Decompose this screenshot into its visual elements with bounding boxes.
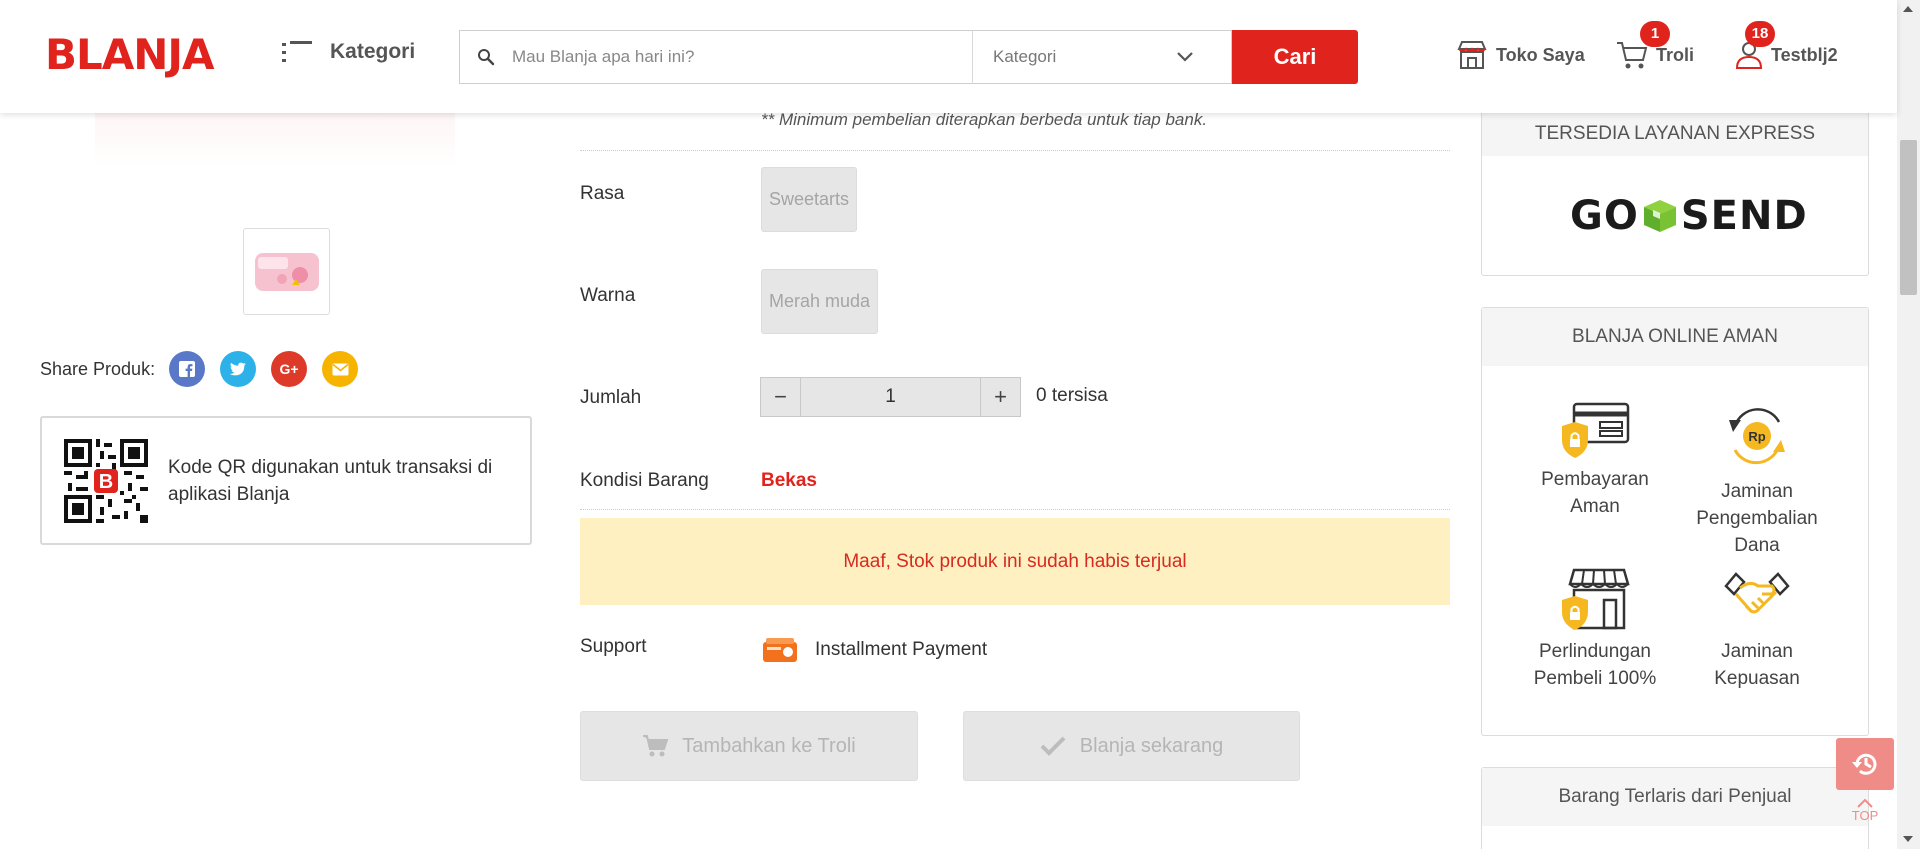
share-google-plus-button[interactable]: G+ [271, 351, 308, 387]
support-value: Installment Payment [815, 639, 988, 660]
quantity-decrease-button[interactable]: − [761, 378, 800, 416]
warna-option-chip[interactable]: Merah muda [761, 269, 879, 334]
category-select-value: Kategori [993, 47, 1057, 66]
feature-label: Jaminan Pengembalian Dana [1696, 481, 1818, 556]
express-service-card: TERSEDIA LAYANAN EXPRESS GO SEND [1481, 100, 1869, 276]
rasa-label: Rasa [580, 183, 625, 204]
search-input[interactable] [512, 32, 972, 82]
feature-label: Jaminan Kepuasan [1714, 641, 1800, 689]
cart-icon [1617, 42, 1648, 69]
bank-minimum-note: ** Minimum pembelian diterapkan berbeda … [761, 110, 1208, 129]
safe-shopping-card: BLANJA ONLINE AMAN Pembayaran Aman Rp Ja… [1481, 307, 1869, 736]
feature-label: Perlindungan Pembeli 100% [1533, 641, 1657, 689]
check-icon [1040, 736, 1066, 756]
troli-count-badge: 1 [1640, 21, 1670, 47]
buy-now-label: Blanja sekarang [1079, 734, 1224, 757]
product-main-image [95, 113, 455, 168]
kondisi-label: Kondisi Barang [580, 470, 709, 491]
cart-icon [643, 735, 669, 757]
search-bar: Kategori [459, 30, 1232, 84]
share-email-button[interactable] [322, 351, 359, 387]
troli-label: Troli [1656, 44, 1695, 65]
quantity-increase-button[interactable]: + [981, 378, 1020, 416]
blanja-logo[interactable]: BLANJA [45, 30, 215, 79]
google-plus-icon: G+ [279, 361, 299, 377]
email-icon [332, 363, 349, 375]
search-button[interactable]: Cari [1232, 30, 1358, 84]
gosend-go-text: GO [1570, 193, 1639, 239]
feature-jaminan-pengembalian-dana: Rp Jaminan Pengembalian Dana [1682, 400, 1832, 559]
kategori-menu-button[interactable]: Kategori [282, 40, 415, 64]
buy-now-button[interactable]: Blanja sekarang [963, 711, 1300, 781]
refund-icon: Rp [1729, 408, 1785, 465]
stock-remaining: 0 tersisa [1036, 385, 1108, 406]
product-thumbnail-image [254, 252, 319, 291]
twitter-icon [229, 362, 247, 375]
store-icon [1457, 41, 1487, 69]
feature-label: Pembayaran Aman [1541, 469, 1649, 517]
qr-code-icon: B [64, 438, 148, 523]
kondisi-value: Bekas [761, 470, 817, 491]
support-row: Installment Payment [761, 636, 987, 664]
notification-count-badge: 18 [1745, 21, 1775, 47]
gosend-send-text: SEND [1680, 193, 1808, 239]
out-of-stock-alert: Maaf, Stok produk ini sudah habis terjua… [580, 518, 1450, 605]
card-shield-icon [1562, 402, 1630, 458]
history-icon [1852, 753, 1877, 775]
feature-pembayaran-aman: Pembayaran Aman [1520, 400, 1670, 520]
add-to-cart-label: Tambahkan ke Troli [682, 734, 856, 757]
kategori-menu-label: Kategori [330, 40, 416, 63]
chevron-up-icon [1857, 798, 1873, 808]
facebook-icon [179, 361, 196, 377]
store-shield-icon [1562, 568, 1630, 630]
qr-code-description: Kode QR digunakan untuk transaksi di apl… [168, 456, 493, 505]
history-button[interactable] [1836, 738, 1894, 790]
rasa-option-chip[interactable]: Sweetarts [761, 167, 858, 232]
qr-brand-badge: B [99, 471, 113, 493]
qr-code-card: B Kode QR digunakan untuk transaksi di a… [40, 416, 532, 545]
scroll-thumb[interactable] [1900, 140, 1917, 295]
category-select[interactable]: Kategori [973, 31, 1213, 83]
back-to-top-label: TOP [1851, 808, 1879, 823]
page-scrollbar[interactable] [1897, 0, 1920, 849]
toko-saya-link[interactable]: Toko Saya [1456, 40, 1585, 70]
support-label: Support [580, 636, 647, 657]
handshake-icon [1724, 572, 1790, 614]
chevron-down-icon [1177, 52, 1193, 62]
refund-rp-text: Rp [1748, 429, 1765, 444]
scroll-up-arrow[interactable] [1903, 6, 1913, 12]
divider [580, 509, 1450, 510]
product-thumbnail[interactable] [243, 228, 330, 315]
menu-icon [282, 41, 312, 63]
scroll-down-arrow[interactable] [1903, 836, 1913, 842]
gosend-logo: GO SEND [1570, 193, 1808, 239]
share-twitter-button[interactable] [220, 351, 257, 387]
user-name-label: Testblj2 [1771, 44, 1838, 65]
best-seller-card: Barang Terlaris dari Penjual [1481, 767, 1869, 849]
share-label: Share Produk: [40, 358, 156, 379]
feature-jaminan-kepuasan: Jaminan Kepuasan [1682, 566, 1832, 692]
divider [580, 150, 1450, 151]
feature-perlindungan-pembeli: Perlindungan Pembeli 100% [1520, 566, 1670, 692]
installment-payment-icon [763, 638, 797, 662]
safe-shopping-title: BLANJA ONLINE AMAN [1482, 308, 1868, 366]
warna-label: Warna [580, 285, 636, 306]
toko-saya-label: Toko Saya [1496, 44, 1585, 65]
back-to-top-button[interactable]: TOP [1836, 798, 1894, 823]
best-seller-title: Barang Terlaris dari Penjual [1482, 768, 1868, 826]
gosend-box-icon [1643, 200, 1676, 232]
share-facebook-button[interactable] [169, 351, 206, 387]
quantity-input[interactable]: 1 [800, 378, 981, 416]
add-to-cart-button[interactable]: Tambahkan ke Troli [580, 711, 918, 781]
jumlah-label: Jumlah [580, 387, 642, 408]
quantity-stepper: − 1 + [760, 377, 1021, 417]
search-icon [460, 48, 512, 66]
top-header: BLANJA Kategori Kategori Cari Toko Saya [0, 0, 1897, 113]
share-product-row: Share Produk: G+ [40, 351, 373, 387]
